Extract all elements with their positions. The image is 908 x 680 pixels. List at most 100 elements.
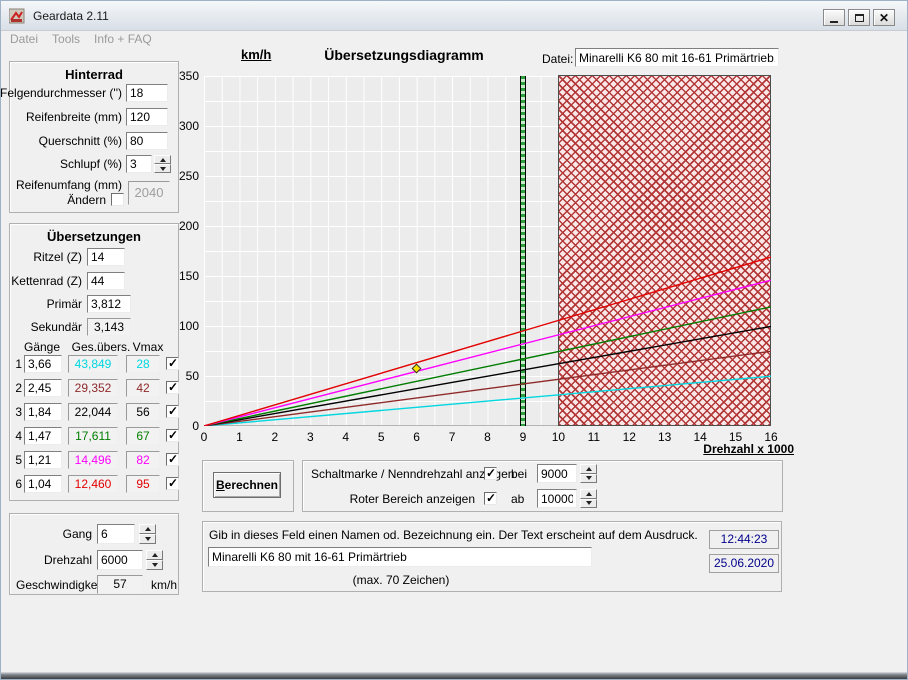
panel-hinterrad-title: Hinterrad (10, 67, 178, 82)
roter-bereich-stepper[interactable] (580, 489, 597, 508)
ab-label: ab (511, 492, 524, 506)
gear-col-header-1: Ges.übers. (68, 340, 134, 354)
gear-visible-checkbox[interactable] (166, 405, 179, 418)
geschwindigkeit-value: 57 (97, 575, 143, 594)
primaer-input[interactable] (87, 295, 131, 313)
schlupf-label: Schlupf (%) (60, 157, 122, 171)
name-hint-label: Gib in dieses Feld einen Namen od. Bezei… (209, 528, 698, 542)
bei-label: bei (511, 467, 527, 481)
felgendurchmesser-input[interactable] (126, 84, 168, 102)
drehzahl-stepper[interactable] (146, 550, 163, 570)
gear-number: 4 (12, 429, 22, 443)
reifenbreite-input[interactable] (126, 108, 168, 126)
drehzahl-down-icon[interactable] (146, 560, 163, 570)
gear-vmax: 82 (126, 451, 160, 469)
gear-col-header-0: Gänge (20, 340, 64, 354)
roter-bereich-label: Roter Bereich anzeigen (311, 492, 475, 506)
menu-item-2[interactable]: Info + FAQ (94, 32, 152, 46)
window-controls: ✕ (823, 9, 895, 26)
gear-lines-layer (204, 76, 771, 426)
maximize-button[interactable] (848, 9, 870, 26)
y-tick-150: 150 (167, 269, 199, 283)
max-chars-label: (max. 70 Zeichen) (209, 573, 593, 587)
aendern-label: Ändern (67, 193, 106, 207)
roter-bereich-down-icon[interactable] (580, 499, 597, 509)
app-icon (9, 8, 25, 24)
nenndrehzahl-up-icon[interactable] (580, 464, 597, 474)
y-tick-250: 250 (167, 169, 199, 183)
minimize-icon (830, 21, 838, 23)
schaltmarke-checkbox[interactable] (484, 467, 497, 480)
minimize-button[interactable] (823, 9, 845, 26)
gear-ratio-input[interactable] (24, 475, 62, 493)
gear-total-ratio: 17,611 (68, 427, 118, 445)
nenndrehzahl-down-icon[interactable] (580, 474, 597, 484)
y-tick-350: 350 (167, 69, 199, 83)
gear-total-ratio: 29,352 (68, 379, 118, 397)
name-input[interactable] (208, 547, 592, 567)
gear-vmax: 67 (126, 427, 160, 445)
gang-down-icon[interactable] (139, 534, 156, 544)
gear-total-ratio: 43,849 (68, 355, 118, 373)
panel-current-gear: Gang Drehzahl Geschwindigkeit: 57 km/h (9, 513, 179, 595)
y-tick-300: 300 (167, 119, 199, 133)
gear-number: 5 (12, 453, 22, 467)
gear-number: 3 (12, 405, 22, 419)
roter-bereich-up-icon[interactable] (580, 489, 597, 499)
berechnen-label-first: B (216, 478, 225, 492)
gear-vmax: 95 (126, 475, 160, 493)
gang-input[interactable] (97, 524, 135, 544)
menu-item-1[interactable]: Tools (52, 32, 80, 46)
gear-number: 2 (12, 381, 22, 395)
berechnen-button[interactable]: Berechnen (213, 472, 281, 498)
panel-uebersetzungen: Übersetzungen Ritzel (Z)Kettenrad (Z)Pri… (9, 223, 179, 501)
gang-stepper[interactable] (139, 524, 156, 544)
roter-bereich-input[interactable] (537, 489, 577, 508)
gear-line-4 (204, 307, 771, 426)
ritzel-input[interactable] (87, 248, 125, 266)
drehzahl-label: Drehzahl (44, 553, 92, 567)
gear-total-ratio: 12,460 (68, 475, 118, 493)
felgendurchmesser-label: Felgendurchmesser ('') (0, 86, 122, 100)
schlupf-input[interactable] (126, 155, 152, 173)
menu-item-0[interactable]: Datei (10, 32, 38, 46)
close-icon: ✕ (879, 12, 889, 24)
gear-ratio-input[interactable] (24, 379, 62, 397)
x-tick-7: 7 (441, 430, 463, 444)
panel-uebersetzungen-title: Übersetzungen (10, 229, 178, 244)
x-tick-10: 10 (547, 430, 569, 444)
gang-label: Gang (63, 527, 92, 541)
datei-filename-field[interactable] (575, 48, 779, 67)
y-tick-50: 50 (167, 369, 199, 383)
gear-ratio-input[interactable] (24, 403, 62, 421)
drehzahl-up-icon[interactable] (146, 550, 163, 560)
geschwindigkeit-label: Geschwindigkeit: (16, 578, 107, 592)
primaer-label: Primär (47, 297, 82, 311)
datei-label: Datei: (542, 52, 573, 66)
sekundaer-value: 3,143 (87, 318, 131, 336)
gear-visible-checkbox[interactable] (166, 453, 179, 466)
querschnitt-label: Querschnitt (%) (39, 134, 122, 148)
gear-line-2 (204, 351, 771, 426)
kettenrad-input[interactable] (87, 272, 125, 290)
reifenumfang-value: 2040 (128, 181, 170, 205)
nenndrehzahl-stepper[interactable] (580, 464, 597, 483)
geschwindigkeit-unit: km/h (151, 578, 177, 592)
gear-ratio-input[interactable] (24, 427, 62, 445)
drehzahl-input[interactable] (97, 550, 143, 570)
gear-ratio-input[interactable] (24, 355, 62, 373)
gear-visible-checkbox[interactable] (166, 477, 179, 490)
x-tick-2: 2 (264, 430, 286, 444)
gear-ratio-input[interactable] (24, 451, 62, 469)
y-tick-200: 200 (167, 219, 199, 233)
nenndrehzahl-input[interactable] (537, 464, 577, 483)
roter-bereich-checkbox[interactable] (484, 492, 497, 505)
querschnitt-input[interactable] (126, 132, 168, 150)
close-button[interactable]: ✕ (873, 9, 895, 26)
gang-up-icon[interactable] (139, 524, 156, 534)
chart-plot-area (204, 76, 771, 426)
gear-total-ratio: 14,496 (68, 451, 118, 469)
schlupf-stepper-up-icon[interactable] (154, 155, 171, 164)
aendern-checkbox[interactable] (111, 193, 124, 206)
time-display: 12:44:23 (709, 530, 779, 549)
